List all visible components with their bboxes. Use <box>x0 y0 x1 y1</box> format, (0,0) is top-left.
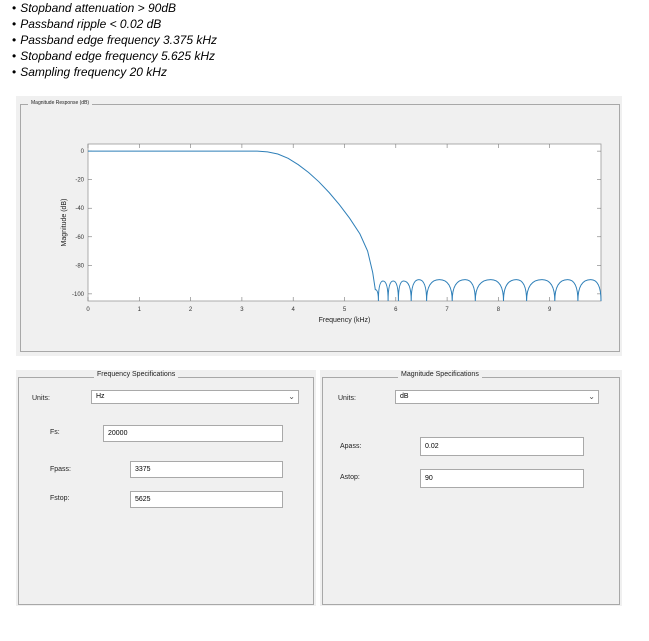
magnitude-response-chart: 0 -20 -40 -60 -80 -100 0 1 2 3 4 5 6 7 8 9 Magnitude (… <box>61 143 602 324</box>
requirement-item: Passband ripple < 0.02 dB <box>12 16 217 32</box>
magnitude-specs-title: Magnitude Specifications <box>398 371 482 378</box>
requirement-item: Sampling frequency 20 kHz <box>12 64 217 80</box>
chevron-down-icon[interactable]: ⌄ <box>588 392 595 401</box>
mag-units-label: Units: <box>338 395 356 402</box>
y-tick-label: 0 <box>81 149 85 155</box>
requirement-item: Stopband edge frequency 5.625 kHz <box>12 48 217 64</box>
x-tick-label: 3 <box>240 307 244 313</box>
magnitude-response-panel: Magnitude Response (dB) 0 -20 -40 -60 -80 -10… <box>16 96 622 356</box>
x-tick-label: 2 <box>189 307 193 313</box>
x-tick-label: 5 <box>343 307 347 313</box>
freq-units-label: Units: <box>32 395 50 402</box>
mag-units-value: dB <box>400 393 409 400</box>
x-tick-label: 9 <box>548 307 552 313</box>
mag-units-select[interactable]: dB ⌄ <box>395 390 599 404</box>
requirements-list: Stopband attenuation > 90dB Passband rip… <box>12 0 217 80</box>
apass-input[interactable] <box>420 437 584 456</box>
magnitude-specs-panel: Magnitude Specifications Units: dB ⌄ Apa… <box>320 370 622 606</box>
y-tick-label: -100 <box>72 292 85 298</box>
x-tick-label: 6 <box>394 307 398 313</box>
y-tick-label: -60 <box>75 235 84 241</box>
astop-label: Astop: <box>340 474 360 481</box>
x-tick-label: 0 <box>86 307 90 313</box>
fpass-input[interactable] <box>130 461 283 478</box>
requirement-item: Passband edge frequency 3.375 kHz <box>12 32 217 48</box>
fs-input[interactable] <box>103 425 283 442</box>
chevron-down-icon[interactable]: ⌄ <box>288 392 295 401</box>
freq-units-select[interactable]: Hz ⌄ <box>91 390 299 404</box>
y-tick-label: -80 <box>75 263 84 269</box>
fpass-label: Fpass: <box>50 466 72 473</box>
frequency-specs-title: Frequency Specifications <box>94 371 179 378</box>
apass-label: Apass: <box>340 443 362 450</box>
x-tick-label: 8 <box>497 307 501 313</box>
x-tick-label: 7 <box>445 307 449 313</box>
magnitude-specs-group <box>322 377 620 605</box>
plot-area <box>87 143 602 302</box>
frequency-specs-panel: Frequency Specifications Units: Hz ⌄ Fs:… <box>16 370 316 606</box>
requirement-item: Stopband attenuation > 90dB <box>12 0 217 16</box>
x-tick-label: 1 <box>138 307 142 313</box>
freq-units-value: Hz <box>96 393 105 400</box>
fstop-label: Fstop: <box>50 495 70 502</box>
x-axis-label: Frequency (kHz) <box>319 317 371 324</box>
y-axis-label: Magnitude (dB) <box>61 199 68 247</box>
y-tick-label: -20 <box>75 178 84 184</box>
astop-input[interactable] <box>420 469 584 488</box>
x-tick-label: 4 <box>292 307 296 313</box>
fstop-input[interactable] <box>130 491 283 508</box>
fs-label: Fs: <box>50 429 60 436</box>
y-tick-label: -40 <box>75 206 84 212</box>
